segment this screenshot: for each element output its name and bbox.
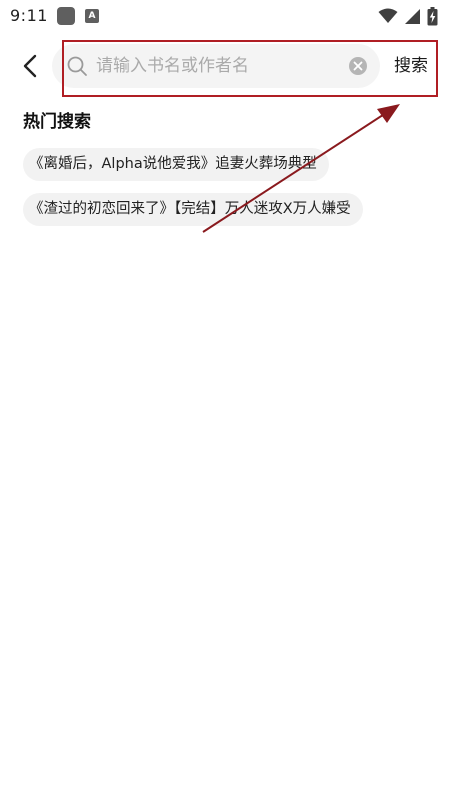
hot-search-tag[interactable]: 《离婚后，Alpha说他爱我》追妻火葬场典型 <box>23 148 329 181</box>
search-screen: 9:11 A 请输入书名或作者名 搜索 热门搜索 《离婚后，Alpha说他爱我》… <box>0 0 450 800</box>
status-time: 9:11 <box>10 6 48 25</box>
chevron-left-icon <box>23 54 37 78</box>
cellular-signal-icon <box>405 8 420 24</box>
accessibility-notification-icon: A <box>85 9 99 23</box>
back-button[interactable] <box>14 50 46 82</box>
search-input[interactable] <box>96 50 336 82</box>
status-indicators <box>378 6 438 26</box>
search-icon <box>67 56 87 76</box>
wifi-icon <box>378 8 398 23</box>
search-box[interactable] <box>52 44 380 88</box>
status-bar: 9:11 A <box>0 0 450 32</box>
hot-search-tag[interactable]: 《渣过的初恋回来了》【完结】万人迷攻X万人嫌受 <box>23 193 363 226</box>
clear-search-icon[interactable] <box>348 56 368 76</box>
search-button[interactable]: 搜索 <box>394 54 428 78</box>
app-notification-icon <box>57 7 75 25</box>
battery-charging-icon <box>427 6 438 25</box>
search-header: 搜索 <box>0 44 450 88</box>
hot-search-list: 《离婚后，Alpha说他爱我》追妻火葬场典型 《渣过的初恋回来了》【完结】万人迷… <box>23 148 433 238</box>
hot-search-title: 热门搜索 <box>23 112 91 132</box>
